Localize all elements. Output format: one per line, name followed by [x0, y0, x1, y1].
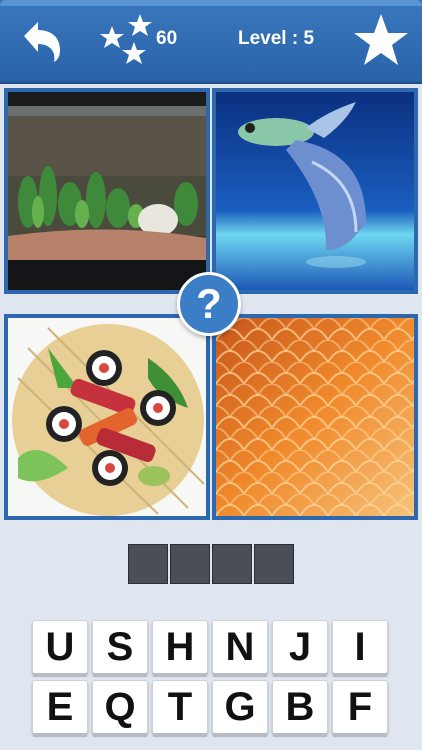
picture-sushi[interactable] [4, 314, 210, 520]
letter-key[interactable]: B [272, 680, 328, 737]
letter-key[interactable]: E [32, 680, 88, 737]
stars-icon [100, 14, 152, 64]
level-label: Level : 5 [238, 28, 315, 49]
top-bar: 60 Level : 5 [0, 0, 422, 84]
back-arrow-icon[interactable] [14, 14, 68, 68]
star-icon[interactable] [352, 12, 410, 70]
letter-key[interactable]: S [92, 620, 148, 677]
letter-key[interactable]: Q [92, 680, 148, 737]
picture-scales[interactable] [212, 314, 418, 520]
guppy-image [216, 92, 414, 290]
picture-guppy[interactable] [212, 88, 418, 294]
answer-slot-1[interactable] [128, 544, 168, 584]
letter-key[interactable]: F [332, 680, 388, 737]
sushi-image [8, 318, 206, 516]
answer-slot-2[interactable] [170, 544, 210, 584]
letter-key[interactable]: J [272, 620, 328, 677]
picture-aquarium[interactable] [4, 88, 210, 294]
letter-key[interactable]: U [32, 620, 88, 677]
letter-key[interactable]: H [152, 620, 208, 677]
letter-key[interactable]: I [332, 620, 388, 677]
letter-key[interactable]: G [212, 680, 268, 737]
answer-slot-3[interactable] [212, 544, 252, 584]
score-value: 60 [156, 28, 178, 49]
answer-slot-4[interactable] [254, 544, 294, 584]
letter-key[interactable]: N [212, 620, 268, 677]
hint-question-button[interactable]: ? [177, 272, 241, 336]
aquarium-image [8, 92, 206, 290]
letter-key[interactable]: T [152, 680, 208, 737]
scales-image [216, 318, 414, 516]
